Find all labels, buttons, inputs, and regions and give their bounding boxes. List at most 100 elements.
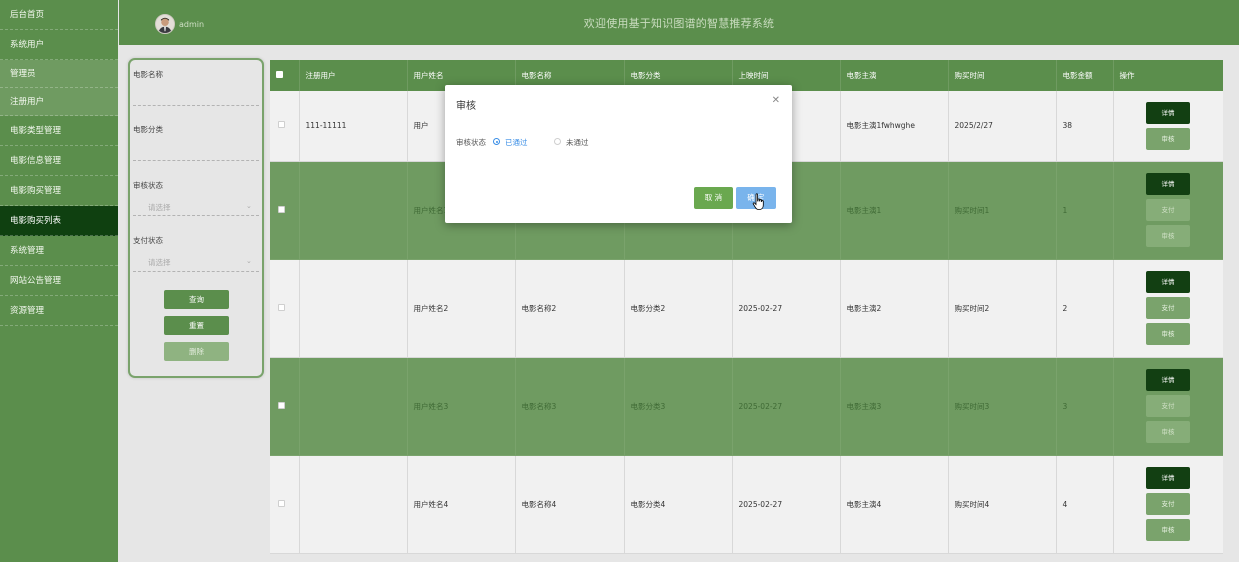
cell-amount: 4 [1056,455,1114,554]
radio-failed[interactable] [554,138,561,145]
movie-category-input[interactable] [133,160,259,161]
select-all-checkbox[interactable] [270,60,300,91]
sidebar-item-movie-info[interactable]: 电影信息管理 [0,146,118,176]
chevron-down-icon: ⌄ [246,202,252,210]
cell-user [299,259,408,358]
sidebar-item-movie-purchase-list[interactable]: 电影购买列表 [0,206,118,236]
detail-button[interactable]: 详情 [1146,101,1190,124]
cell-ops: 详情 支付 审核 [1113,259,1223,358]
detail-button[interactable]: 详情 [1146,271,1190,293]
column-header: 电影金额 [1056,60,1114,91]
chevron-down-icon: ⌄ [246,257,252,265]
pay-status-underline [133,271,259,272]
cell-actor: 电影主演3 [840,357,949,456]
delete-button[interactable]: 删除 [164,342,229,361]
sidebar-item-movie-purchase[interactable]: 电影购买管理 [0,176,118,206]
sidebar-item-home[interactable]: 后台首页 [0,0,118,30]
review-button[interactable]: 审核 [1146,421,1190,443]
sidebar-item-admin[interactable]: 管理员 [0,60,118,88]
sidebar-item-movie-type[interactable]: 电影类型管理 [0,116,118,146]
cell-amount: 1 [1056,161,1114,260]
table-row: 用户姓名3 电影名称3 电影分类3 2025-02-27 电影主演3 购买时间3… [270,357,1223,456]
cell-user [299,357,408,456]
cell-category: 电影分类3 [624,357,733,456]
cell-ops: 详情 支付 审核 [1113,357,1223,456]
cell-ops: 详情 支付 审核 [1113,455,1223,554]
cancel-button[interactable]: 取 消 [694,187,733,209]
table-row: 用户姓名4 电影名称4 电影分类4 2025-02-27 电影主演4 购买时间4… [270,455,1223,554]
column-header: 注册用户 [299,60,408,91]
row-checkbox[interactable] [270,161,300,260]
cell-ops: 详情 审核 [1113,91,1223,162]
query-button[interactable]: 查询 [164,290,229,309]
sidebar-item-system-users[interactable]: 系统用户 [0,30,118,60]
sidebar-item-system-management[interactable]: 系统管理 [0,236,118,266]
hand-cursor-icon [752,193,764,210]
cell-movie: 电影名称2 [515,259,625,358]
column-header: 购买时间 [948,60,1057,91]
review-button[interactable]: 审核 [1146,323,1190,345]
sidebar: 后台首页 系统用户 管理员 注册用户 电影类型管理 电影信息管理 电影购买管理 … [0,0,118,562]
row-checkbox[interactable] [270,357,300,456]
cell-buy-time: 购买时间4 [948,455,1057,554]
row-checkbox[interactable] [270,259,300,358]
detail-button[interactable]: 详情 [1146,173,1190,195]
radio-passed-label[interactable]: 已通过 [505,137,528,148]
movie-name-label: 电影名称 [133,70,163,79]
column-header: 操作 [1113,60,1223,91]
cell-buy-time: 购买时间1 [948,161,1057,260]
pay-status-select[interactable]: 请选择 [148,257,171,268]
cell-ops: 详情 支付 审核 [1113,161,1223,260]
dialog-title: 审核 [456,101,476,112]
search-panel: 电影名称 电影分类 审核状态 请选择 ⌄ 支付状态 请选择 ⌄ 查询 重置 删除 [128,58,264,378]
pay-button[interactable]: 支付 [1146,297,1190,319]
detail-button[interactable]: 详情 [1146,467,1190,489]
review-button[interactable]: 审核 [1146,519,1190,541]
movie-category-label: 电影分类 [133,125,163,134]
review-button[interactable]: 审核 [1146,225,1190,247]
cell-amount: 2 [1056,259,1114,358]
cell-amount: 3 [1056,357,1114,456]
cell-name: 用户姓名3 [407,357,516,456]
pay-status-label: 支付状态 [133,236,163,245]
row-checkbox[interactable] [270,455,300,554]
cell-release: 2025-02-27 [732,259,841,358]
cell-amount: 38 [1056,91,1114,162]
cell-release: 2025-02-27 [732,455,841,554]
sidebar-item-announcements[interactable]: 网站公告管理 [0,266,118,296]
cell-user: 111-11111 [299,91,408,162]
cell-actor: 电影主演1fwhwghe [840,91,949,162]
reset-button[interactable]: 重置 [164,316,229,335]
cell-buy-time: 2025/2/27 [948,91,1057,162]
radio-passed[interactable] [493,138,500,145]
review-button[interactable]: 审核 [1146,127,1190,150]
cell-movie: 电影名称3 [515,357,625,456]
cell-name: 用户姓名4 [407,455,516,554]
review-status-select[interactable]: 请选择 [148,202,171,213]
table-row: 用户姓名2 电影名称2 电影分类2 2025-02-27 电影主演2 购买时间2… [270,259,1223,358]
cell-buy-time: 购买时间3 [948,357,1057,456]
close-icon[interactable]: ✕ [772,95,780,106]
detail-button[interactable]: 详情 [1146,369,1190,391]
cell-movie: 电影名称4 [515,455,625,554]
cell-actor: 电影主演2 [840,259,949,358]
review-status-label: 审核状态 [133,181,163,190]
pay-button[interactable]: 支付 [1146,199,1190,221]
cell-user [299,455,408,554]
radio-failed-label[interactable]: 未通过 [566,137,589,148]
column-header: 电影主演 [840,60,949,91]
top-header: admin 欢迎使用基于知识图谱的智慧推荐系统 [119,0,1239,45]
cell-category: 电影分类4 [624,455,733,554]
pay-button[interactable]: 支付 [1146,493,1190,515]
site-title: 欢迎使用基于知识图谱的智慧推荐系统 [583,17,775,30]
cell-user [299,161,408,260]
review-dialog: 审核 ✕ 审核状态 已通过 未通过 取 消 确 定 [445,85,792,223]
review-status-label: 审核状态 [456,138,486,147]
sidebar-item-resources[interactable]: 资源管理 [0,296,118,326]
row-checkbox[interactable] [270,91,300,162]
sidebar-item-registered-users[interactable]: 注册用户 [0,88,118,116]
pay-button[interactable]: 支付 [1146,395,1190,417]
review-status-underline [133,215,259,216]
cell-actor: 电影主演1 [840,161,949,260]
movie-name-input[interactable] [133,105,259,106]
